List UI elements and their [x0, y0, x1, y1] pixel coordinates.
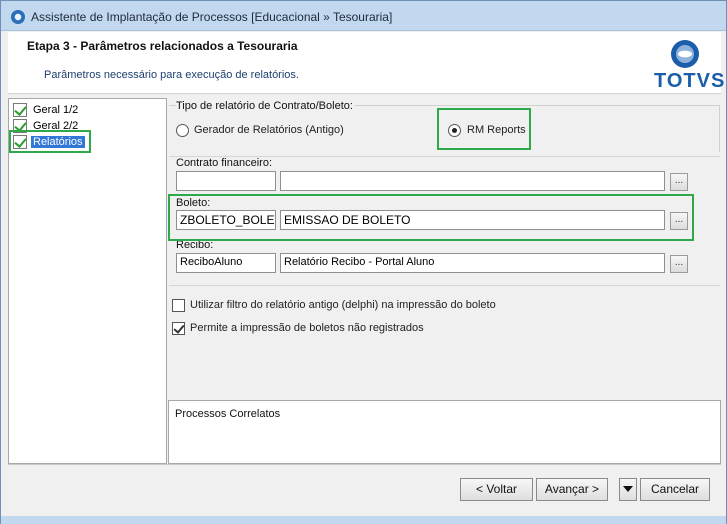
boleto-lookup-button[interactable]: ... [670, 212, 688, 230]
related-processes-title: Processos Correlatos [175, 408, 281, 420]
chevron-down-icon [623, 486, 633, 492]
contrato-code-field[interactable] [176, 171, 276, 191]
contrato-label: Contrato financeiro: [176, 157, 272, 169]
next-button[interactable]: Avançar > [536, 478, 608, 501]
cancel-button[interactable]: Cancelar [640, 478, 710, 501]
wizard-header: Etapa 3 - Parâmetros relacionados a Teso… [8, 32, 724, 94]
tree-item-label: Relatórios [31, 136, 85, 148]
boleto-label: Boleto: [176, 197, 211, 209]
step-tree: Geral 1/2 Geral 2/2 Relatórios [8, 98, 167, 464]
back-button[interactable]: < Voltar [460, 478, 533, 501]
allow-unregistered-label: Permite a impressão de boletos não regis… [190, 322, 424, 334]
tree-item-geral-2[interactable]: Geral 2/2 [13, 118, 80, 134]
radio-gerador-antigo[interactable] [176, 124, 189, 137]
footer-divider [8, 464, 721, 465]
totvs-logo-text: TOTVS [654, 70, 726, 92]
dropdown-arrow-button[interactable] [619, 478, 637, 501]
parameters-panel: Tipo de relatório de Contrato/Boleto: Ge… [168, 98, 721, 399]
radio-rm-reports-label: RM Reports [467, 124, 526, 136]
boleto-description-field[interactable]: EMISSAO DE BOLETO [280, 210, 665, 230]
recibo-code-field[interactable]: ReciboAluno [176, 253, 276, 273]
boleto-code-field[interactable]: ZBOLETO_BOLETO [176, 210, 276, 230]
radio-rm-reports[interactable] [448, 124, 461, 137]
title-bar: Assistente de Implantação de Processos [… [1, 1, 726, 31]
totvs-logo-icon [671, 40, 699, 68]
recibo-lookup-button[interactable]: ... [670, 255, 688, 273]
recibo-label: Recibo: [176, 239, 214, 251]
tree-item-relatorios[interactable]: Relatórios [13, 134, 85, 150]
contrato-description-field[interactable] [280, 171, 665, 191]
radio-gerador-antigo-label: Gerador de Relatórios (Antigo) [194, 124, 344, 136]
related-processes-panel: Processos Correlatos [168, 400, 721, 464]
step-description: Parâmetros necessário para execução de r… [44, 69, 299, 81]
recibo-description-field[interactable]: Relatório Recibo - Portal Aluno [280, 253, 665, 273]
divider [169, 285, 720, 286]
contrato-lookup-button[interactable]: ... [670, 173, 688, 191]
checklist-icon [13, 135, 27, 149]
app-icon [11, 10, 25, 24]
checklist-icon [13, 119, 27, 133]
report-type-label: Tipo de relatório de Contrato/Boleto: [176, 100, 355, 112]
step-title: Etapa 3 - Parâmetros relacionados a Teso… [27, 39, 298, 53]
window-bottom-border [1, 516, 726, 524]
wizard-window: Assistente de Implantação de Processos [… [0, 0, 727, 524]
tree-item-label: Geral 1/2 [33, 104, 79, 116]
filter-old-label: Utilizar filtro do relatório antigo (del… [190, 299, 496, 311]
checklist-icon [13, 103, 27, 117]
tree-item-geral-1[interactable]: Geral 1/2 [13, 102, 80, 118]
allow-unregistered-checkbox[interactable] [172, 322, 185, 335]
tree-item-label: Geral 2/2 [33, 120, 79, 132]
filter-old-checkbox[interactable] [172, 299, 185, 312]
window-title: Assistente de Implantação de Processos [… [31, 10, 393, 24]
